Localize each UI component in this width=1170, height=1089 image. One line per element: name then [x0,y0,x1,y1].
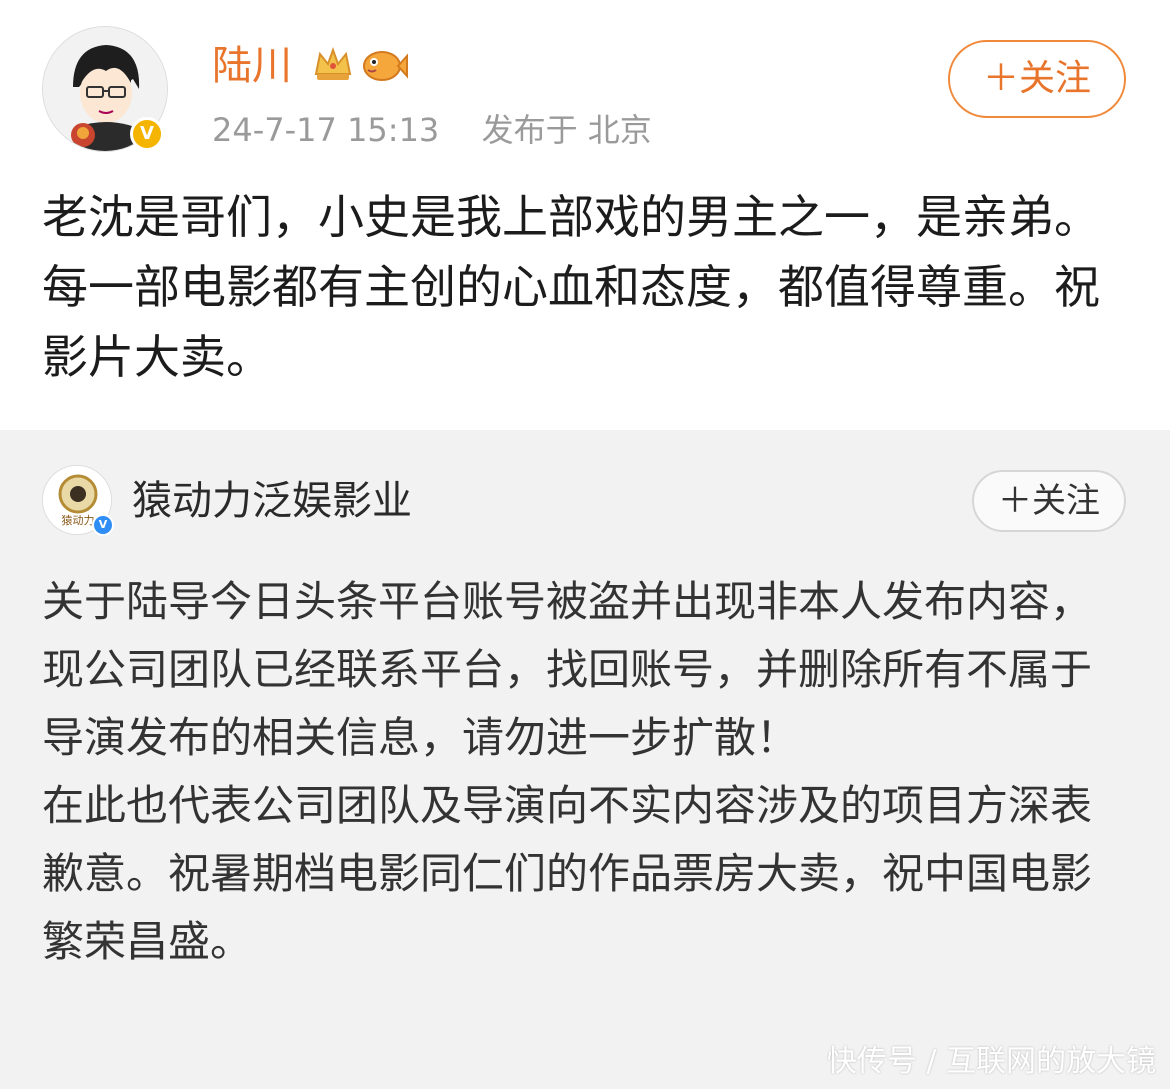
repost-paragraph-2: 在此也代表公司团队及导演向不实内容涉及的项目方深表歉意。祝暑期档电影同仁们的作品… [42,781,1093,966]
post-text: 老沈是哥们，小史是我上部戏的男主之一，是亲弟。每一部电影都有主创的心血和态度，都… [42,190,1100,384]
repost-paragraph-1: 关于陆导今日头条平台账号被盗并出现非本人发布内容，现公司团队已经联系平台，找回账… [42,577,1093,762]
post-location: 发布于 北京 [481,111,652,149]
follow-button[interactable]: ＋关注 [948,40,1126,118]
main-post: V 陆川 24-7-17 15:13 发布于 北京 ＋关注 老沈是哥们，小史是我… [0,0,1170,430]
fish-icon [363,51,408,81]
post-timestamp: 24-7-17 15:13 [212,111,440,149]
gold-verified-icon: V [130,117,164,151]
follow-company-button[interactable]: ＋关注 [972,470,1126,532]
company-logo-text: 猿动力 [62,513,95,527]
post-meta: 24-7-17 15:13 发布于 北京 [212,108,652,152]
watermark: 快传号 / 互联网的放大镜 [826,1044,1156,1079]
author-name[interactable]: 陆川 [212,40,292,92]
repost-text: 关于陆导今日头条平台账号被盗并出现非本人发布内容，现公司团队已经联系平台，找回账… [42,568,1132,976]
blue-verified-icon: V [92,514,114,536]
crown-icon [314,47,352,80]
company-name[interactable]: 猿动力泛娱影业 [132,474,412,528]
